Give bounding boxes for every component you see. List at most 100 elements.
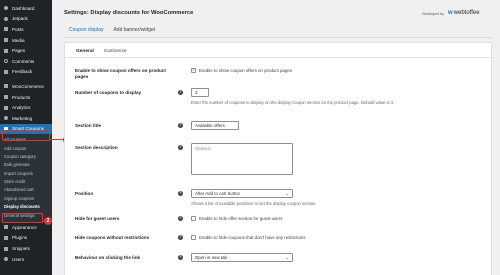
help-icon[interactable]: ? [178,90,183,95]
brand-name: webtoffee [453,10,480,16]
settings-tabs: Coupon display Add banner/widget [64,24,160,38]
setting-row-hide-guest: Hide for guest users ? Enable to hide of… [75,216,481,224]
submenu-item-add-coupon[interactable]: Add coupon [0,145,52,153]
section-title-input[interactable]: Available offers [191,121,239,130]
help-icon[interactable]: ? [178,145,183,150]
submenu-item-bulk-generate[interactable]: Bulk generate [0,161,52,169]
pages-icon [4,48,8,53]
position-select-value: After Add to cart button [195,191,240,196]
sidebar-item-feedback[interactable]: Feedback [0,67,52,78]
setting-control: After Add to cart button ⌄ Shows a list … [191,189,316,206]
sidebar-item-label: Users [12,256,24,262]
appearance-icon [4,225,8,230]
smart-coupons-submenu: All coupons Add coupon Coupon category B… [0,134,52,223]
webtoffee-logo[interactable]: wwebtoffee [448,10,480,16]
submenu-item-signup-coupons[interactable]: Signup coupons [0,195,52,203]
show-offers-checkbox[interactable]: ✓ [191,68,196,73]
feedback-icon [4,69,8,74]
hide-guest-checkbox[interactable] [191,216,196,221]
chevron-down-icon: ⌄ [285,191,289,196]
checkbox-label: Enable to hide coupons that don't have a… [199,235,306,240]
hide-without-restrictions-checkbox[interactable] [191,235,196,240]
tab-coupon-display[interactable]: Coupon display [64,24,109,38]
sidebar-item-analytics[interactable]: Analytics [0,102,52,113]
setting-label: Hide for guest users [75,216,120,221]
sidebar-item-label: Dashboard [12,5,35,11]
sidebar-item-label: Appearance [12,224,37,230]
submenu-item-store-credit[interactable]: Store credit [0,178,52,186]
setting-control: Enable to hide offer section for guest u… [191,216,282,221]
sidebar-item-label: Analytics [12,105,31,111]
setting-control: Open in new tab ⌄ [191,253,293,262]
sidebar-item-pages[interactable]: Pages [0,45,52,56]
sidebar-item-users[interactable]: Users [0,254,52,265]
checkbox-label: Enable to show coupon offers on product … [199,68,292,73]
sidebar-item-label: Media [12,37,25,43]
setting-row-section-description: Section description ? Optional [75,143,481,179]
sidebar-item-jetpack[interactable]: Jetpack [0,14,52,25]
setting-control: Optional [191,143,293,175]
hide-without-restrictions-option: Enable to hide coupons that don't have a… [191,235,306,240]
comments-icon [4,59,8,64]
sidebar-item-dashboard[interactable]: Dashboard [0,3,52,14]
setting-row-hide-without-restrictions: Hide coupons without restrictions ? Enab… [75,235,481,243]
tab-add-banner-widget[interactable]: Add banner/widget [108,24,160,38]
position-description: Shows a list of available positions to s… [191,201,317,206]
sidebar-item-label: Jetpack [12,16,28,22]
sidebar-item-plugins[interactable]: Plugins [0,233,52,244]
products-icon [4,95,8,100]
setting-control: Enable to hide coupons that don't have a… [191,235,306,240]
settings-panel: General Customize Enable to show coupon … [64,42,492,275]
setting-label: Enable to show coupon offers on product … [75,68,166,80]
step-marker-2: 2 [44,217,52,225]
setting-label: Position [75,191,94,196]
webtoffee-logo-icon: w [448,10,453,16]
sidebar-item-media[interactable]: Media [0,35,52,46]
help-icon[interactable]: ? [178,123,183,128]
sidebar-item-label: Pages [12,48,26,54]
sidebar-item-woocommerce[interactable]: WooCommerce [0,81,52,92]
sidebar-item-label: Marketing [12,115,33,121]
setting-row-section-title: Section title ? Available offers [75,121,481,133]
sidebar-item-products[interactable]: Products [0,92,52,103]
setting-label: Behaviour on clicking the link [75,255,141,260]
page-title: Settings: Display discounts for WooComme… [64,10,194,16]
sidebar-item-label: Comments [12,58,35,64]
help-icon[interactable]: ? [178,216,183,221]
submenu-item-coupon-category[interactable]: Coupon category [0,153,52,161]
submenu-item-abandoned-cart[interactable]: Abandoned cart [0,186,52,194]
setting-row-behaviour: Behaviour on clicking the link ? Open in… [75,253,481,265]
setting-label: Number of coupons to display [75,90,142,95]
sidebar-item-comments[interactable]: Comments [0,56,52,67]
woocommerce-icon [4,84,8,89]
submenu-item-import-coupons[interactable]: Import coupons [0,170,52,178]
snippets-icon [4,246,8,251]
developed-by-label: Developed by [422,12,444,16]
hide-guest-option: Enable to hide offer section for guest u… [191,216,282,221]
help-icon[interactable]: ? [178,235,183,240]
num-coupons-input[interactable]: 3 [191,88,209,97]
plugins-icon [4,235,8,240]
posts-icon [4,27,8,32]
sidebar-item-marketing[interactable]: Marketing [0,113,52,124]
highlight-smart-coupons [2,130,50,141]
help-icon[interactable]: ? [178,191,183,196]
behaviour-select[interactable]: Open in new tab ⌄ [191,253,293,262]
sidebar-item-posts[interactable]: Posts [0,24,52,35]
check-icon: ✓ [191,67,196,73]
jetpack-icon [4,16,8,21]
chevron-down-icon: ⌄ [285,255,289,260]
position-select[interactable]: After Add to cart button ⌄ [191,189,293,198]
sidebar-item-label: Products [12,94,31,100]
setting-label: Section title [75,123,102,128]
submenu-item-display-discounts[interactable]: Display discounts [0,203,52,211]
setting-label: Section description [75,145,118,150]
sidebar-item-snippets[interactable]: Snippets [0,243,52,254]
marketing-icon [4,116,8,121]
behaviour-select-value: Open in new tab [195,255,227,260]
setting-row-position: Position ? After Add to cart button ⌄ Sh… [75,189,481,211]
dashboard-icon [4,6,8,11]
subtabs-divider [65,57,491,58]
help-icon[interactable]: ? [178,255,183,260]
section-description-textarea[interactable]: Optional [191,143,293,175]
